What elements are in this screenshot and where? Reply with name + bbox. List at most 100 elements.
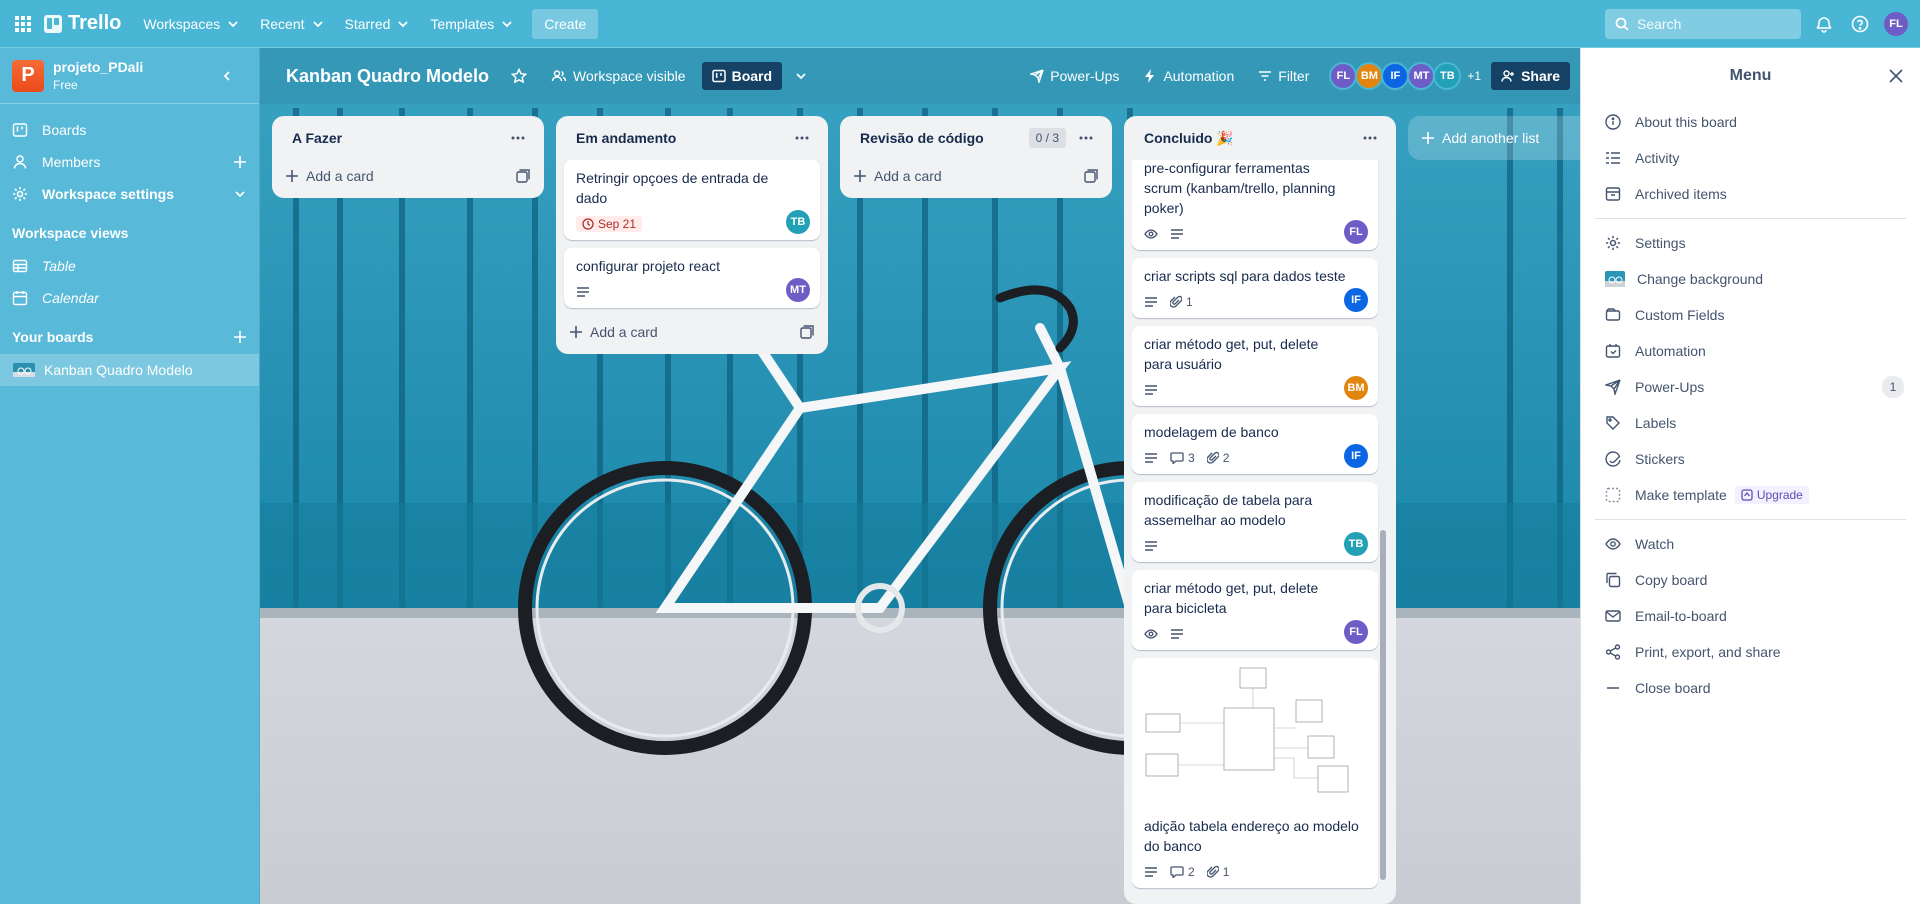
template-icon[interactable]: [800, 325, 814, 339]
card[interactable]: modelagem de banco 3 2 IF: [1132, 414, 1378, 474]
sidebar-item-table[interactable]: Table: [0, 250, 259, 282]
menu-item-print-export-share[interactable]: Print, export, and share: [1581, 634, 1920, 670]
more-options-icon[interactable]: [790, 126, 814, 150]
add-board-icon[interactable]: [233, 330, 247, 344]
card-member-avatar[interactable]: TB: [786, 210, 810, 234]
notifications-icon[interactable]: [1813, 13, 1835, 35]
close-icon[interactable]: [1884, 64, 1908, 88]
sticker-icon: [1605, 451, 1621, 467]
collapse-sidebar-icon[interactable]: [217, 66, 237, 86]
member-avatar[interactable]: FL: [1329, 62, 1358, 90]
list-title[interactable]: Concluido 🎉: [1144, 130, 1234, 147]
automation-button[interactable]: Automation: [1133, 62, 1244, 90]
visibility-button[interactable]: Workspace visible: [541, 62, 696, 90]
help-icon[interactable]: [1849, 13, 1871, 35]
add-another-list-button[interactable]: Add another list: [1408, 116, 1580, 160]
upgrade-badge[interactable]: Upgrade: [1734, 486, 1809, 504]
menu-item-about[interactable]: About this board: [1581, 104, 1920, 140]
card-member-avatar[interactable]: IF: [1344, 444, 1368, 468]
workspaces-menu[interactable]: Workspaces: [133, 10, 250, 38]
card[interactable]: modificação de tabela para assemelhar ao…: [1132, 482, 1378, 562]
starred-menu[interactable]: Starred: [335, 10, 421, 38]
add-card-button[interactable]: Add a card: [280, 160, 536, 192]
chevron-down-icon[interactable]: [786, 61, 816, 91]
recent-menu[interactable]: Recent: [250, 10, 334, 38]
menu-item-archived[interactable]: Archived items: [1581, 176, 1920, 212]
list-scrollbar[interactable]: [1380, 530, 1386, 880]
menu-item-make-template[interactable]: Make template Upgrade: [1581, 477, 1920, 513]
more-options-icon[interactable]: [1074, 126, 1098, 150]
card[interactable]: pre-configurar ferramentas scrum (kanbam…: [1132, 160, 1378, 250]
user-avatar[interactable]: FL: [1884, 12, 1908, 36]
card-member-avatar[interactable]: FL: [1344, 620, 1368, 644]
card[interactable]: configurar projeto react MT: [564, 248, 820, 308]
filter-button[interactable]: Filter: [1248, 62, 1319, 90]
menu-item-copy-board[interactable]: Copy board: [1581, 562, 1920, 598]
member-avatar[interactable]: BM: [1355, 62, 1384, 90]
add-card-button[interactable]: Add a card: [848, 160, 1104, 192]
sidebar-item-calendar[interactable]: Calendar: [0, 282, 259, 314]
menu-item-settings[interactable]: Settings: [1581, 225, 1920, 261]
search-input[interactable]: Search: [1605, 9, 1801, 39]
star-icon[interactable]: [505, 62, 533, 90]
extra-members-count[interactable]: +1: [1467, 69, 1481, 83]
card-badges: Sep 21: [576, 214, 780, 234]
list-title[interactable]: Em andamento: [576, 130, 676, 146]
trello-logo[interactable]: Trello: [44, 12, 121, 35]
menu-item-stickers[interactable]: Stickers: [1581, 441, 1920, 477]
app-switcher-icon[interactable]: [12, 13, 34, 35]
list-cards-scroll[interactable]: pre-configurar ferramentas scrum (kanbam…: [1132, 160, 1388, 904]
menu-item-watch[interactable]: Watch: [1581, 526, 1920, 562]
card-member-avatar[interactable]: MT: [786, 278, 810, 302]
workspace-header[interactable]: P projeto_PDali Free: [0, 48, 259, 104]
board-view-button[interactable]: Board: [701, 62, 783, 90]
sidebar-board-kanban[interactable]: Kanban Quadro Modelo: [0, 354, 259, 386]
list-title[interactable]: A Fazer: [292, 130, 342, 146]
due-date-badge[interactable]: Sep 21: [576, 216, 643, 232]
share-button[interactable]: Share: [1491, 62, 1570, 90]
member-avatar[interactable]: TB: [1433, 62, 1462, 90]
card[interactable]: criar método get, put, delete para bicic…: [1132, 570, 1378, 650]
card[interactable]: criar scripts sql para dados teste 1 IF: [1132, 258, 1378, 318]
card-member-avatar[interactable]: IF: [1344, 288, 1368, 312]
menu-item-custom-fields[interactable]: Custom Fields: [1581, 297, 1920, 333]
list-header[interactable]: A Fazer: [280, 116, 536, 160]
power-ups-button[interactable]: Power-Ups: [1020, 62, 1129, 90]
member-avatar[interactable]: MT: [1407, 62, 1436, 90]
menu-item-activity[interactable]: Activity: [1581, 140, 1920, 176]
card-member-avatar[interactable]: FL: [1344, 220, 1368, 244]
more-options-icon[interactable]: [506, 126, 530, 150]
menu-item-email-to-board[interactable]: Email-to-board: [1581, 598, 1920, 634]
member-avatar[interactable]: IF: [1381, 62, 1410, 90]
board-title[interactable]: Kanban Quadro Modelo: [286, 66, 489, 87]
menu-item-power-ups[interactable]: Power-Ups 1: [1581, 369, 1920, 405]
sidebar-item-workspace-settings[interactable]: Workspace settings: [0, 178, 259, 210]
card[interactable]: Retringir opçoes de entrada de dado Sep …: [564, 160, 820, 240]
template-icon[interactable]: [1084, 169, 1098, 183]
create-button[interactable]: Create: [532, 8, 599, 39]
chevron-down-icon[interactable]: [233, 187, 247, 201]
sidebar-item-boards[interactable]: Boards: [0, 114, 259, 146]
menu-item-labels[interactable]: Labels: [1581, 405, 1920, 441]
menu-item-close-board[interactable]: Close board: [1581, 670, 1920, 706]
list-header[interactable]: Revisão de código 0 / 3: [848, 116, 1104, 160]
workspace-plan: Free: [53, 78, 78, 92]
sidebar-item-members[interactable]: Members: [0, 146, 259, 178]
list-header[interactable]: Em andamento: [564, 116, 820, 160]
menu-item-automation[interactable]: Automation: [1581, 333, 1920, 369]
wip-limit-badge: 0 / 3: [1028, 128, 1066, 148]
more-options-icon[interactable]: [1358, 126, 1382, 150]
list-title[interactable]: Revisão de código: [860, 130, 984, 146]
add-card-button[interactable]: Add a card: [564, 316, 820, 348]
template-icon[interactable]: [516, 169, 530, 183]
card[interactable]: adição tabela endereço ao modelo do banc…: [1132, 658, 1378, 888]
card-member-avatar[interactable]: TB: [1344, 532, 1368, 556]
add-member-icon[interactable]: [233, 155, 247, 169]
templates-menu[interactable]: Templates: [420, 10, 524, 38]
menu-item-change-background[interactable]: Change background: [1581, 261, 1920, 297]
card-member-avatar[interactable]: BM: [1344, 376, 1368, 400]
description-icon: [1144, 384, 1158, 396]
list-header[interactable]: Concluido 🎉: [1132, 116, 1388, 160]
card[interactable]: criar método get, put, delete para usuár…: [1132, 326, 1378, 406]
chevron-down-icon: [311, 17, 325, 31]
